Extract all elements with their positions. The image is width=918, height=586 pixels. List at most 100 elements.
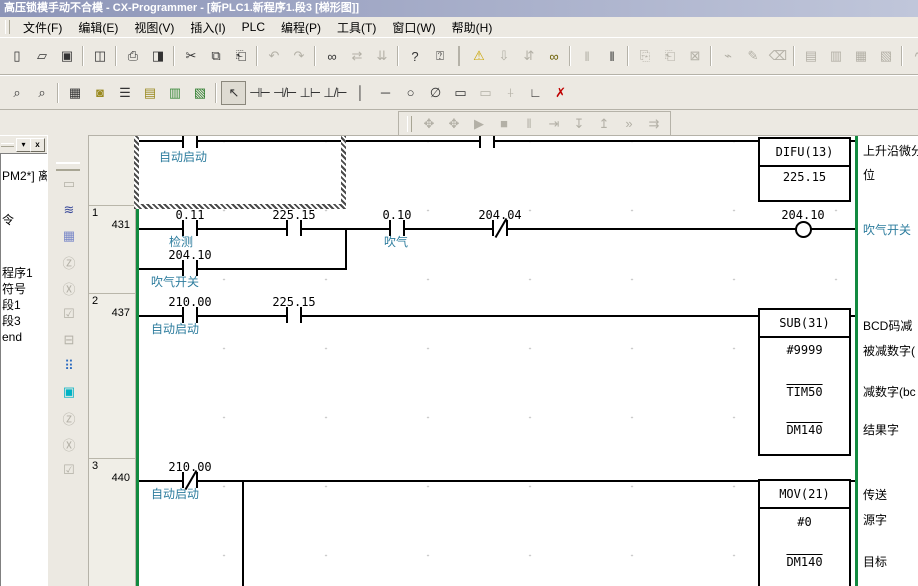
frame-z-icon[interactable]: Ⓩ bbox=[57, 407, 80, 429]
grid-toggle-icon[interactable]: ▦ bbox=[63, 82, 86, 104]
online-edit-cancel-icon[interactable]: ⌫ bbox=[766, 45, 789, 67]
copy-icon[interactable]: ⧉ bbox=[204, 45, 227, 67]
print-icon[interactable]: ⎙ bbox=[121, 45, 144, 67]
transfer-to-plc-icon[interactable]: ⇩ bbox=[492, 45, 515, 67]
rung-header-2[interactable]: 2 437 bbox=[89, 294, 136, 459]
menu-edit[interactable]: 编辑(E) bbox=[70, 17, 126, 38]
tree-item-section3[interactable]: 段3 bbox=[2, 312, 21, 329]
open-project-icon[interactable]: ▱ bbox=[30, 45, 53, 67]
zoom-out-icon[interactable]: ⌕ bbox=[30, 82, 53, 104]
menu-grip[interactable] bbox=[5, 20, 10, 34]
ladder-editor[interactable]: 1 431 2 437 3 440 自动启动 DIFU(13) 225.15 上… bbox=[88, 135, 918, 586]
print-preview-icon[interactable]: ◨ bbox=[146, 45, 169, 67]
rung-header-1[interactable]: 1 431 bbox=[89, 206, 136, 294]
sim-pause-icon[interactable]: ‖ bbox=[517, 113, 540, 135]
tree-item-section1[interactable]: 段1 bbox=[2, 296, 21, 313]
rung-annotation-icon[interactable]: ☰ bbox=[113, 82, 136, 104]
undo-icon[interactable]: ↶ bbox=[262, 45, 285, 67]
tree-item-program1[interactable]: 程序1 bbox=[2, 264, 33, 281]
cut-icon[interactable]: ✂ bbox=[179, 45, 202, 67]
pan-hand-icon[interactable]: ✥ bbox=[417, 113, 440, 135]
zoom-in-icon[interactable]: ⌕ bbox=[5, 82, 28, 104]
save-project-icon[interactable]: ▣ bbox=[55, 45, 78, 67]
sub-instruction-block[interactable]: SUB(31) #9999 TIM50 DM140 bbox=[758, 308, 851, 456]
download-stack-icon[interactable]: ≋ bbox=[57, 199, 80, 221]
watch-x-icon[interactable]: Ⓧ bbox=[57, 277, 80, 299]
tree-item-plc[interactable]: PM2*] 离 bbox=[2, 167, 48, 184]
sim-step-out-icon[interactable]: ↥ bbox=[592, 113, 615, 135]
project-tree[interactable]: PM2*] 离 令 程序1 符号 段1 段3 end bbox=[0, 153, 48, 586]
search-replace-icon[interactable]: ⇄ bbox=[345, 45, 368, 67]
sim-stop-icon[interactable]: ■ bbox=[492, 113, 515, 135]
page-down-copy-icon[interactable]: ⎘ bbox=[633, 45, 656, 67]
tree-item-end[interactable]: end bbox=[2, 330, 22, 344]
monitor-view-icon[interactable]: ▥ bbox=[163, 82, 186, 104]
rung1-output-coil[interactable] bbox=[795, 221, 812, 238]
monitor-mem-2-icon[interactable]: ▥ bbox=[824, 45, 847, 67]
block-view-icon[interactable]: ▧ bbox=[188, 82, 211, 104]
online-edit-begin-icon[interactable]: ✎ bbox=[741, 45, 764, 67]
new-closed-contact-icon[interactable]: ⊣/⊢ bbox=[273, 82, 296, 104]
panel-collapse-button[interactable]: ▾ bbox=[16, 138, 31, 152]
sim-fast-forward-icon[interactable]: » bbox=[617, 113, 640, 135]
delete-connect-tool-icon[interactable]: ✗ bbox=[549, 82, 572, 104]
page-up-copy-icon[interactable]: ⎗ bbox=[658, 45, 681, 67]
side-toolbar-grip[interactable] bbox=[56, 162, 80, 171]
tree-item-symbols[interactable]: 符号 bbox=[2, 280, 26, 297]
page-delete-icon[interactable]: ⊠ bbox=[683, 45, 706, 67]
rung1-closed-contact-4[interactable] bbox=[492, 220, 508, 236]
context-help-icon[interactable]: ⍰ bbox=[428, 45, 451, 67]
watch-check-icon[interactable]: ☑ bbox=[57, 303, 80, 325]
rung-header-3[interactable]: 3 440 bbox=[89, 459, 136, 586]
monitor-mem-3-icon[interactable]: ▦ bbox=[849, 45, 872, 67]
sim-run-to-end-icon[interactable]: ⇉ bbox=[642, 113, 665, 135]
paste-icon[interactable]: ⎗ bbox=[229, 45, 252, 67]
new-plc-instruction-icon[interactable]: ▭ bbox=[474, 82, 497, 104]
help-icon[interactable]: ? bbox=[403, 45, 426, 67]
monitor-mem-1-icon[interactable]: ▤ bbox=[799, 45, 822, 67]
horizontal-tool-icon[interactable]: ─ bbox=[374, 82, 397, 104]
float-window-icon[interactable]: ▭ bbox=[57, 173, 80, 195]
menu-program[interactable]: 编程(P) bbox=[273, 17, 329, 38]
watch-box-icon[interactable]: ⊟ bbox=[57, 329, 80, 351]
pause-monitor-icon[interactable]: ‖ bbox=[575, 45, 598, 67]
menu-tools[interactable]: 工具(T) bbox=[329, 17, 384, 38]
rung1-contact-2[interactable] bbox=[286, 220, 302, 236]
online-edit-send-icon[interactable]: ⌁ bbox=[716, 45, 739, 67]
mov-instruction-block[interactable]: MOV(21) #0 DM140 bbox=[758, 479, 851, 586]
pan-hand-stop-icon[interactable]: ✥ bbox=[442, 113, 465, 135]
rung0-contact-2[interactable] bbox=[479, 135, 495, 148]
toolbar-grip[interactable] bbox=[407, 116, 412, 132]
difu-instruction-block[interactable]: DIFU(13) 225.15 bbox=[758, 137, 851, 202]
io-comment-view-icon[interactable]: ▤ bbox=[138, 82, 161, 104]
pause-icon[interactable]: ‖ bbox=[600, 45, 623, 67]
window-title-bar[interactable]: 高压锁模手动不合模 - CX-Programmer - [新PLC1.新程序1.… bbox=[0, 0, 918, 17]
compile-check-icon[interactable]: ◫ bbox=[88, 45, 111, 67]
select-tool-icon[interactable]: ↖ bbox=[221, 81, 246, 105]
menu-insert[interactable]: 插入(I) bbox=[182, 17, 233, 38]
differential-monitor-icon[interactable]: ∿ bbox=[907, 45, 918, 67]
new-coil-icon[interactable]: ○ bbox=[399, 82, 422, 104]
sim-step-in-icon[interactable]: ↧ bbox=[567, 113, 590, 135]
frame-check-icon[interactable]: ☑ bbox=[57, 459, 80, 481]
new-instruction-icon[interactable]: ▭ bbox=[449, 82, 472, 104]
panel-close-button[interactable]: x bbox=[30, 138, 45, 152]
panel-caption[interactable]: ▾ x bbox=[0, 135, 47, 154]
menu-file[interactable]: 文件(F) bbox=[15, 17, 70, 38]
menu-plc[interactable]: PLC bbox=[234, 18, 273, 36]
monitor-mem-4-icon[interactable]: ▧ bbox=[874, 45, 897, 67]
find-icon[interactable]: ∞ bbox=[320, 45, 343, 67]
rung-header-0[interactable] bbox=[89, 136, 136, 206]
watch-z-icon[interactable]: Ⓩ bbox=[57, 251, 80, 273]
new-closed-or-contact-icon[interactable]: ⊥/⊢ bbox=[323, 82, 346, 104]
invert-tool-icon[interactable]: ⍭ bbox=[499, 82, 522, 104]
new-file-icon[interactable]: ▯ bbox=[5, 45, 28, 67]
new-contact-icon[interactable]: ⊣⊢ bbox=[248, 82, 271, 104]
show-comments-icon[interactable]: ◙ bbox=[88, 82, 111, 104]
compile-warning-icon[interactable]: ⚠ bbox=[467, 45, 490, 67]
rung2-contact-2[interactable] bbox=[286, 307, 302, 323]
frame-x-icon[interactable]: Ⓧ bbox=[57, 433, 80, 455]
new-or-contact-icon[interactable]: ⊥⊢ bbox=[298, 82, 321, 104]
menu-view[interactable]: 视图(V) bbox=[126, 17, 182, 38]
plc-monitor-icon[interactable]: ▣ bbox=[57, 381, 80, 403]
